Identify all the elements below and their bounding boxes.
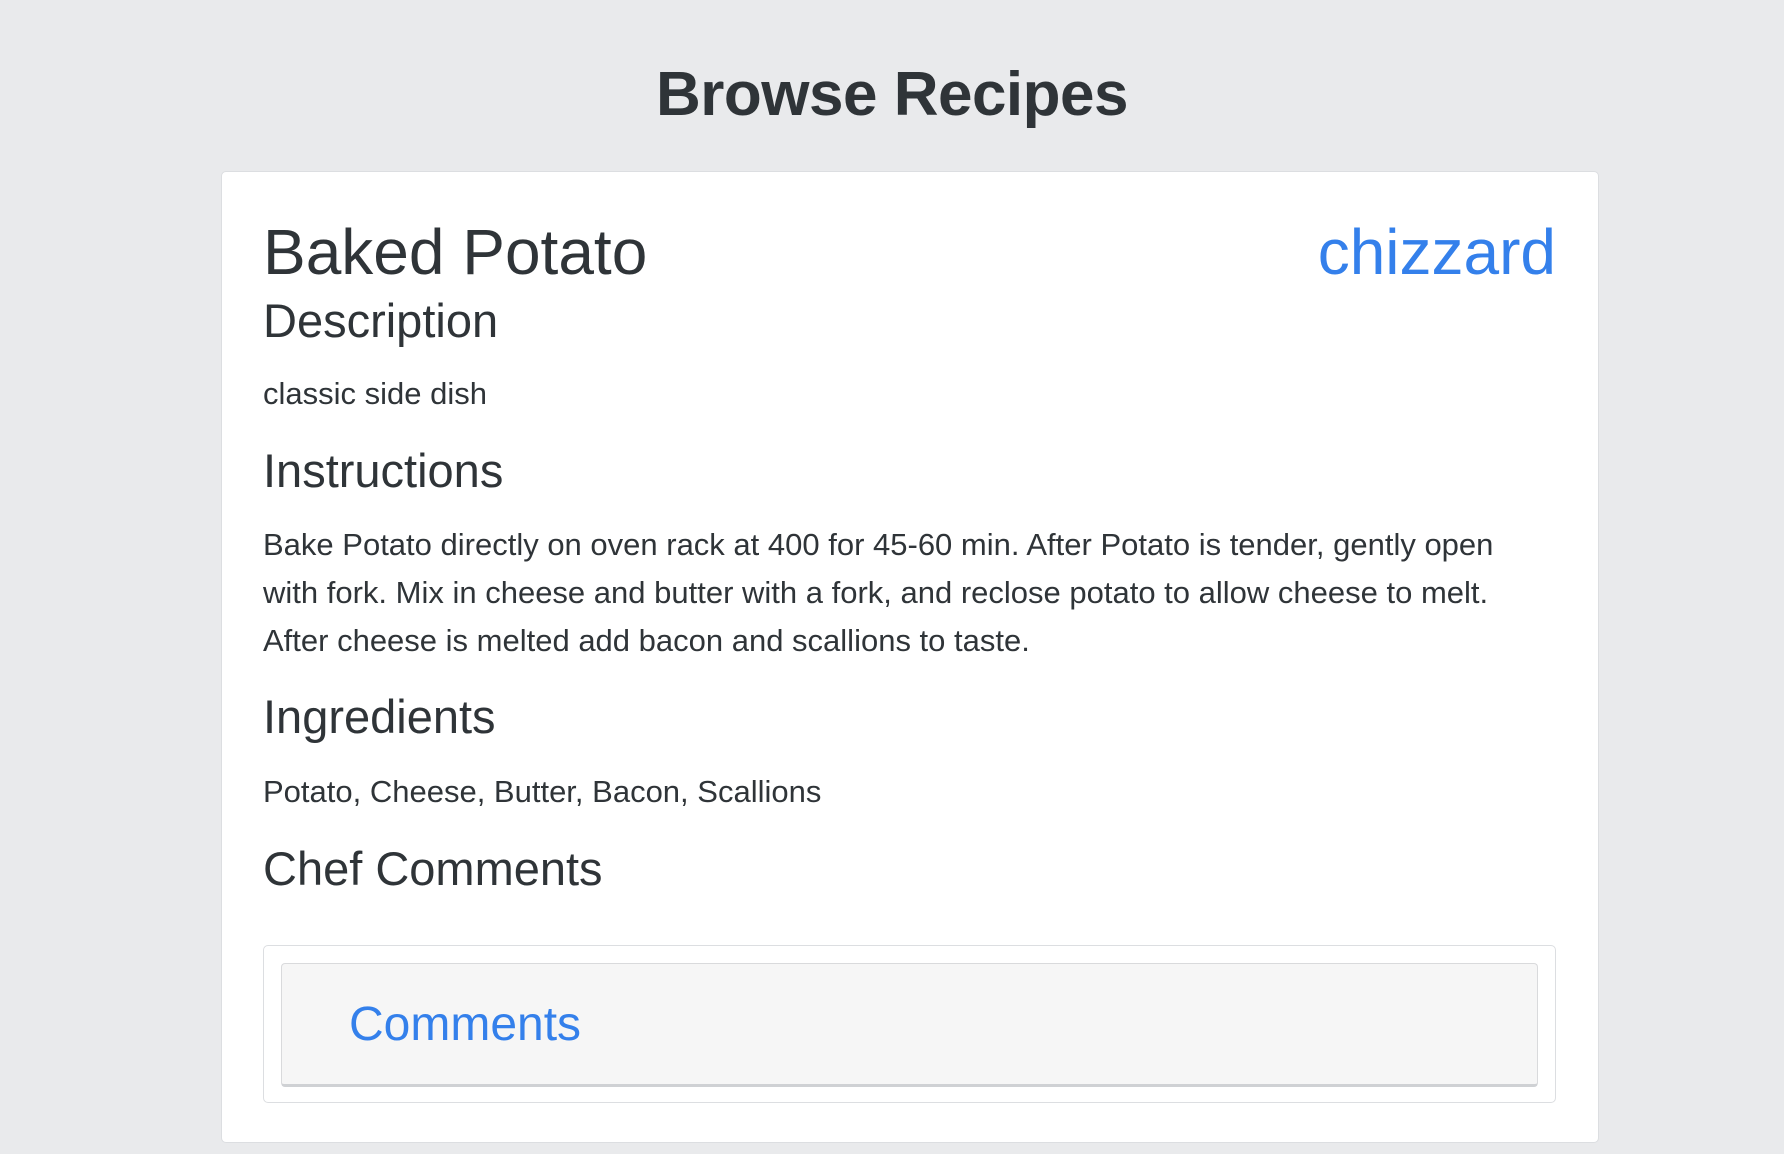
instructions-heading: Instructions bbox=[263, 444, 504, 497]
recipe-card: Baked Potato chizzard Description classi… bbox=[221, 171, 1599, 1143]
recipe-title: Baked Potato bbox=[263, 216, 648, 288]
ingredients-heading: Ingredients bbox=[263, 690, 496, 743]
comments-toggle-link[interactable]: Comments bbox=[349, 1001, 581, 1049]
comments-panel-header[interactable]: Comments bbox=[281, 963, 1538, 1087]
author-link[interactable]: chizzard bbox=[1318, 220, 1556, 284]
comments-panel: Comments bbox=[263, 945, 1556, 1103]
ingredients-text: Potato, Cheese, Butter, Bacon, Scallions bbox=[263, 774, 822, 809]
page-title: Browse Recipes bbox=[656, 60, 1129, 129]
chef-comments-heading: Chef Comments bbox=[263, 842, 603, 895]
description-heading: Description bbox=[263, 294, 499, 347]
description-text: classic side dish bbox=[263, 376, 487, 411]
recipe-card-body: Baked Potato chizzard Description classi… bbox=[263, 172, 1556, 1142]
instructions-text: Bake Potato directly on oven rack at 400… bbox=[263, 527, 1494, 658]
